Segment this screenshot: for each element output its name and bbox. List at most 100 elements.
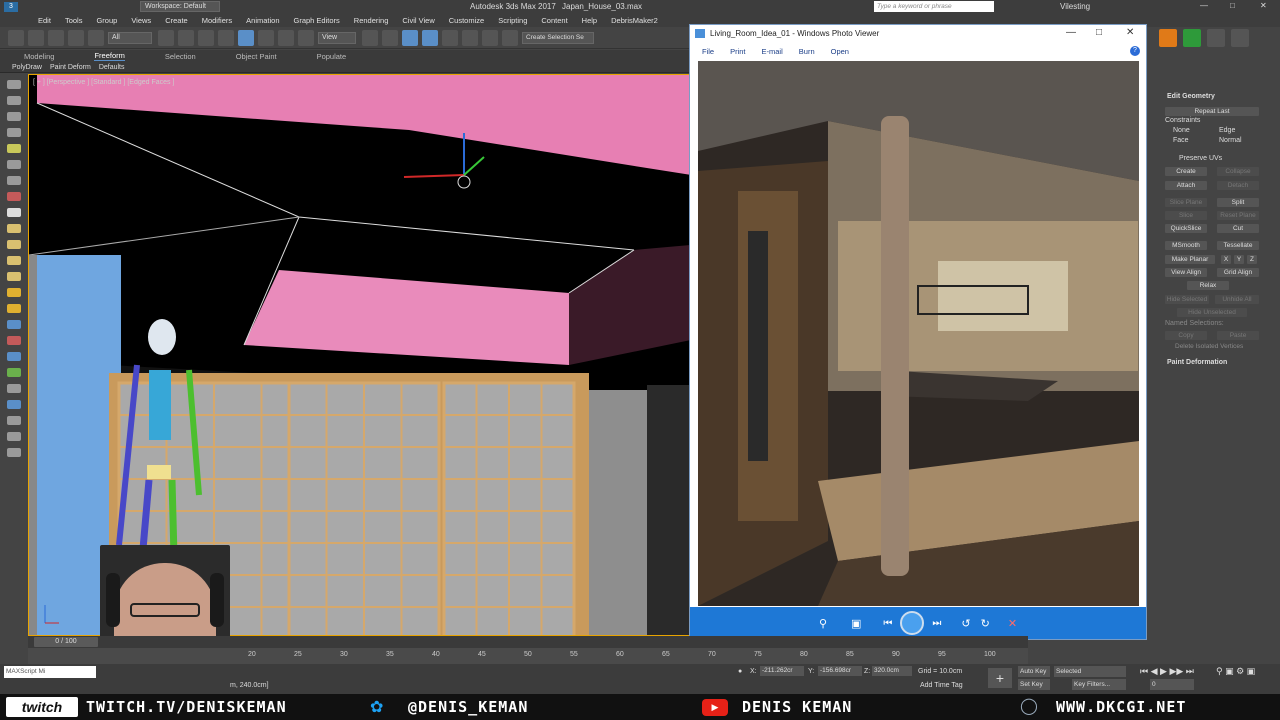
set-key-icon[interactable]: + bbox=[988, 668, 1012, 688]
paste-button[interactable]: Paste bbox=[1217, 331, 1259, 340]
pivot-center-icon[interactable] bbox=[362, 29, 378, 46]
slideshow-icon[interactable] bbox=[900, 611, 925, 635]
select-object-icon[interactable] bbox=[158, 29, 174, 46]
pv-menu-email[interactable]: E-mail bbox=[762, 47, 783, 56]
tool-icon[interactable] bbox=[7, 448, 21, 457]
snap-toggle-icon[interactable] bbox=[422, 29, 438, 46]
previous-icon[interactable]: ⏮ bbox=[883, 618, 892, 629]
key-filters-button[interactable]: Key Filters... bbox=[1072, 679, 1126, 690]
tool-icon[interactable] bbox=[7, 224, 21, 233]
reset-plane-button[interactable]: Reset Plane bbox=[1217, 211, 1259, 220]
selected-dropdown[interactable]: Selected bbox=[1054, 666, 1126, 677]
selection-filter-dropdown[interactable]: All bbox=[108, 31, 152, 44]
pv-menu-print[interactable]: Print bbox=[730, 47, 745, 56]
panel-paint-deform[interactable]: Paint Deform bbox=[50, 64, 91, 71]
tool-icon[interactable] bbox=[7, 320, 21, 329]
tool-icon[interactable] bbox=[7, 288, 21, 297]
tool-icon[interactable] bbox=[7, 352, 21, 361]
time-slider[interactable]: 0 / 100 bbox=[28, 636, 1028, 648]
tool-icon[interactable] bbox=[7, 96, 21, 105]
railclone-icon[interactable] bbox=[1183, 29, 1201, 47]
playback-controls[interactable]: ⏮ ◀ ▶ ▶▶ ⏭ bbox=[1140, 666, 1194, 677]
tessellate-button[interactable]: Tessellate bbox=[1217, 241, 1259, 250]
menu-content[interactable]: Content bbox=[541, 16, 567, 25]
close-icon[interactable]: ✕ bbox=[1126, 27, 1134, 38]
rotate-right-icon[interactable]: ↻ bbox=[981, 617, 990, 630]
preserve-uvs-checkbox[interactable]: Preserve UVs bbox=[1179, 155, 1222, 162]
hide-selected-button[interactable]: Hide Selected bbox=[1165, 295, 1209, 304]
view-align-button[interactable]: View Align bbox=[1165, 268, 1207, 277]
detach-button[interactable]: Detach bbox=[1217, 181, 1259, 190]
tool-icon[interactable] bbox=[7, 384, 21, 393]
rotate-icon[interactable] bbox=[258, 29, 274, 46]
set-key-button[interactable]: Set Key bbox=[1018, 679, 1050, 690]
pv-menu-open[interactable]: Open bbox=[831, 47, 849, 56]
minimize-icon[interactable]: — bbox=[1066, 27, 1076, 38]
lock-icon[interactable]: ● bbox=[738, 668, 742, 675]
hide-unselected-button[interactable]: Hide Unselected bbox=[1177, 308, 1247, 317]
rotate-left-icon[interactable]: ↺ bbox=[961, 617, 970, 630]
tab-freeform[interactable]: Freeform bbox=[94, 51, 125, 61]
planar-x-button[interactable]: X bbox=[1221, 255, 1231, 264]
percent-snap-icon[interactable] bbox=[462, 29, 478, 46]
maximize-icon[interactable]: □ bbox=[1096, 27, 1102, 38]
panel-defaults[interactable]: Defaults bbox=[99, 64, 125, 71]
quickslice-button[interactable]: QuickSlice bbox=[1165, 224, 1207, 233]
zoom-icon[interactable]: ⚲ bbox=[819, 617, 827, 630]
maxscript-listener[interactable]: MAXScript Mi bbox=[4, 666, 96, 678]
tab-populate[interactable]: Populate bbox=[317, 52, 347, 61]
menu-modifiers[interactable]: Modifiers bbox=[202, 16, 232, 25]
auto-key-button[interactable]: Auto Key bbox=[1018, 666, 1050, 677]
workspace-dropdown[interactable]: Workspace: Default bbox=[140, 1, 220, 12]
constraint-face[interactable]: Face bbox=[1173, 137, 1189, 144]
constraint-none[interactable]: None bbox=[1173, 127, 1190, 134]
coordinate-system-dropdown[interactable]: View bbox=[318, 31, 356, 44]
menu-help[interactable]: Help bbox=[582, 16, 597, 25]
tab-selection[interactable]: Selection bbox=[165, 52, 196, 61]
viewport-label[interactable]: [ + ] [Perspective ] [Standard ] [Edged … bbox=[33, 79, 174, 86]
viewport-nav-icons[interactable]: ⚲ ▣ ⚙ ▣ bbox=[1216, 666, 1255, 677]
y-coordinate-field[interactable]: -156.698cr bbox=[818, 666, 862, 676]
utilities-icon[interactable] bbox=[1231, 29, 1249, 47]
undo-icon[interactable] bbox=[8, 29, 24, 46]
edit-named-sets-icon[interactable] bbox=[502, 29, 518, 46]
delete-icon[interactable]: ✕ bbox=[1008, 617, 1017, 630]
tool-icon[interactable] bbox=[7, 256, 21, 265]
move-icon[interactable] bbox=[238, 29, 254, 46]
user-name[interactable]: Vilesting bbox=[1060, 2, 1090, 11]
planar-z-button[interactable]: Z bbox=[1247, 255, 1257, 264]
menu-civil-view[interactable]: Civil View bbox=[402, 16, 434, 25]
link-icon[interactable] bbox=[48, 29, 64, 46]
spinner-snap-icon[interactable] bbox=[482, 29, 498, 46]
x-coordinate-field[interactable]: -211.262cr bbox=[760, 666, 804, 676]
collapse-button[interactable]: Collapse bbox=[1217, 167, 1259, 176]
rollout-paint-deformation[interactable]: Paint Deformation bbox=[1167, 359, 1227, 366]
tab-object-paint[interactable]: Object Paint bbox=[236, 52, 277, 61]
menu-animation[interactable]: Animation bbox=[246, 16, 279, 25]
tool-icon[interactable] bbox=[7, 208, 21, 217]
cut-button[interactable]: Cut bbox=[1217, 224, 1259, 233]
redo-icon[interactable] bbox=[28, 29, 44, 46]
add-time-tag[interactable]: Add Time Tag bbox=[920, 682, 963, 689]
unhide-all-button[interactable]: Unhide All bbox=[1215, 295, 1259, 304]
menu-scripting[interactable]: Scripting bbox=[498, 16, 527, 25]
repeat-last-button[interactable]: Repeat Last bbox=[1165, 107, 1259, 116]
tool-icon[interactable] bbox=[7, 112, 21, 121]
close-icon[interactable]: ✕ bbox=[1260, 1, 1267, 10]
split-checkbox[interactable]: Split bbox=[1217, 198, 1259, 207]
menu-customize[interactable]: Customize bbox=[449, 16, 484, 25]
tool-icon[interactable] bbox=[7, 272, 21, 281]
menu-edit[interactable]: Edit bbox=[38, 16, 51, 25]
msmooth-button[interactable]: MSmooth bbox=[1165, 241, 1207, 250]
actual-size-icon[interactable]: ▣ bbox=[851, 617, 861, 630]
attach-button[interactable]: Attach bbox=[1165, 181, 1207, 190]
tool-icon[interactable] bbox=[7, 176, 21, 185]
delete-isolated-vertices-checkbox[interactable]: Delete Isolated Vertices bbox=[1175, 343, 1243, 350]
maximize-icon[interactable]: □ bbox=[1230, 1, 1235, 10]
unlink-icon[interactable] bbox=[68, 29, 84, 46]
tool-icon[interactable] bbox=[7, 416, 21, 425]
menu-tools[interactable]: Tools bbox=[65, 16, 83, 25]
current-frame-field[interactable]: 0 bbox=[1150, 679, 1194, 690]
menu-rendering[interactable]: Rendering bbox=[354, 16, 389, 25]
time-slider-handle[interactable]: 0 / 100 bbox=[34, 637, 98, 647]
